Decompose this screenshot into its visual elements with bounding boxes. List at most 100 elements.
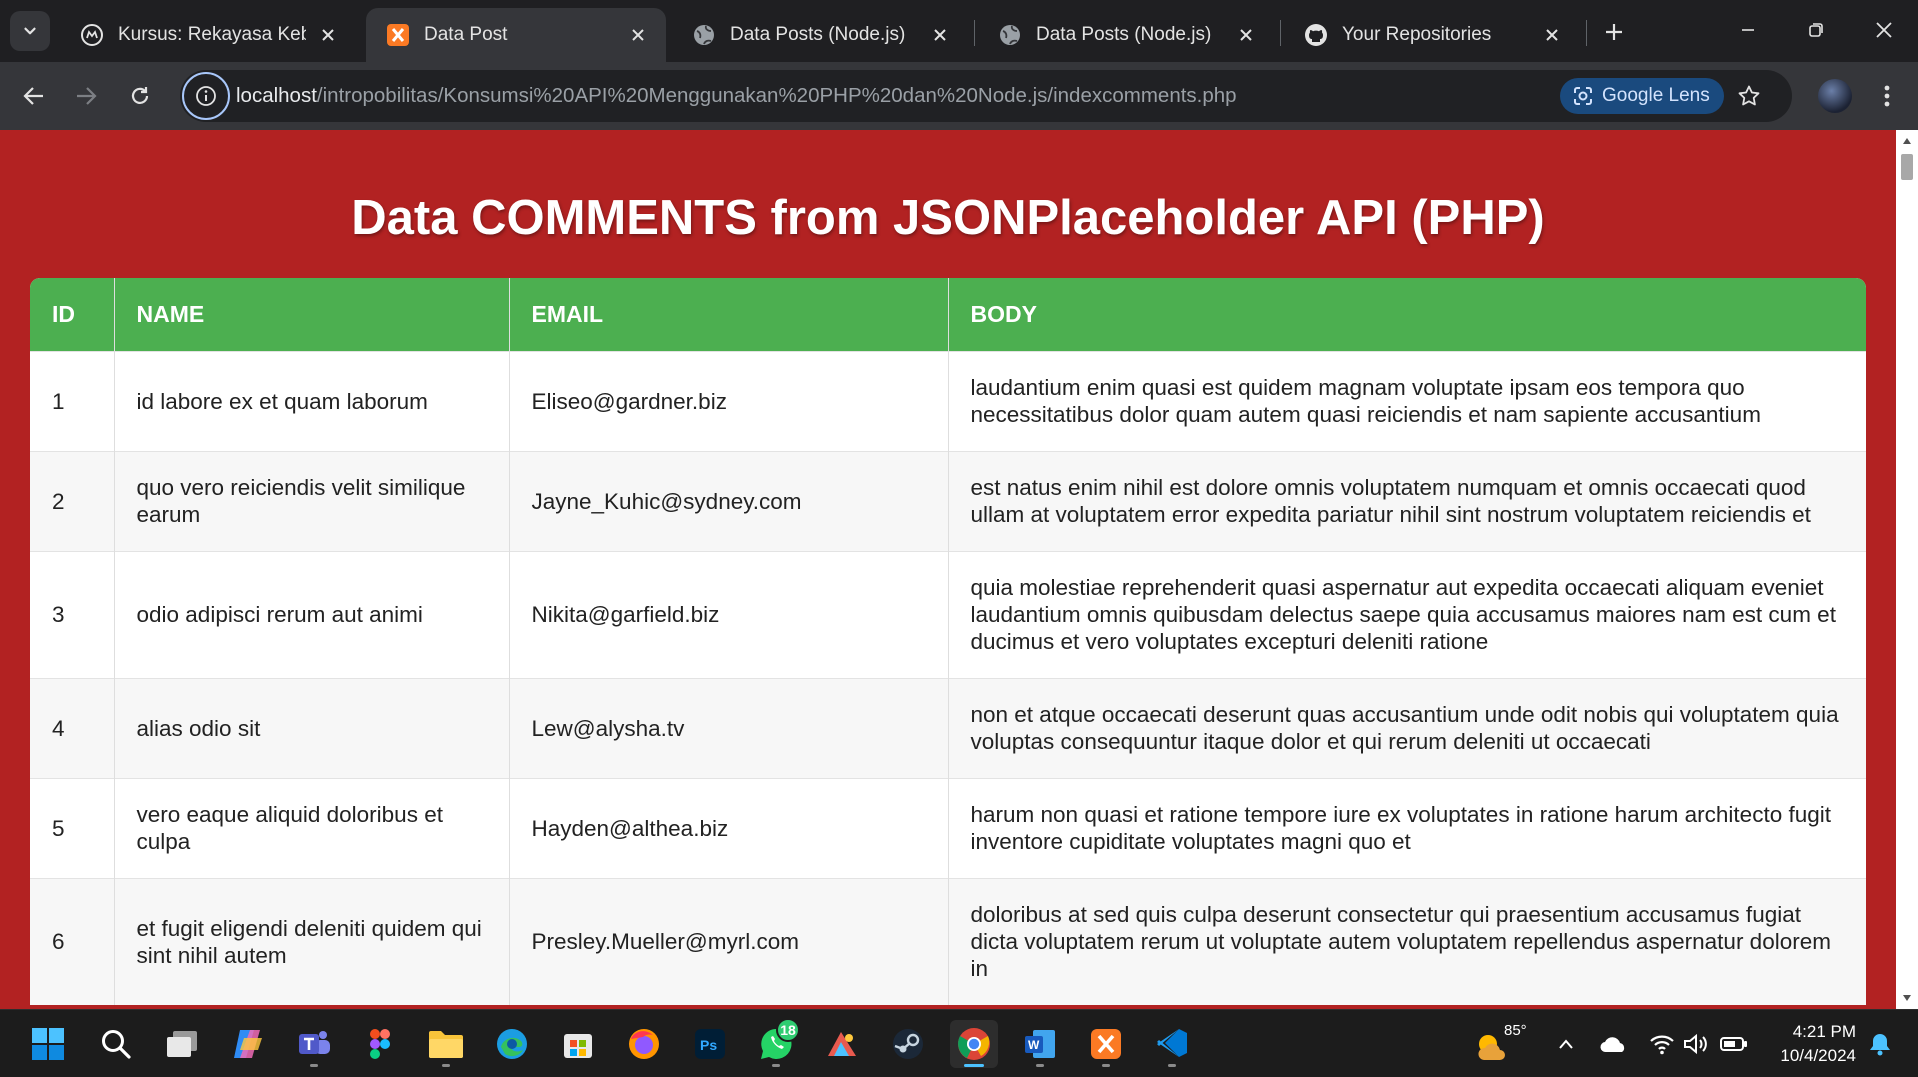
tab-divider (974, 20, 975, 46)
cell-id: 6 (30, 877, 114, 1005)
url-path: /intropobilitas/Konsumsi%20API%20Menggun… (316, 84, 1237, 107)
start-button[interactable] (24, 1020, 72, 1068)
teams-icon (299, 1031, 330, 1054)
whatsapp-app[interactable]: 18 (752, 1018, 800, 1068)
close-icon[interactable] (316, 23, 340, 47)
wifi-icon (1650, 1035, 1674, 1055)
figma-icon (370, 1029, 390, 1059)
globe-icon (998, 23, 1022, 47)
google-lens-button[interactable]: Google Lens (1560, 78, 1724, 114)
url-host: localhost (236, 84, 317, 107)
paint-app[interactable] (818, 1020, 866, 1068)
weather-widget[interactable]: 85° (1474, 1020, 1534, 1068)
task-view-icon (167, 1031, 197, 1057)
tab-divider (1280, 20, 1281, 46)
close-icon[interactable] (1540, 23, 1564, 47)
table-row: 2 quo vero reiciendis velit similique ea… (30, 450, 1866, 551)
close-icon[interactable] (1234, 23, 1258, 47)
cell-body: quia molestiae reprehenderit quasi asper… (947, 550, 1866, 678)
search-button[interactable] (92, 1020, 140, 1068)
new-tab-button[interactable] (1596, 14, 1632, 50)
google-lens-label: Google Lens (1602, 85, 1710, 106)
cell-email: Eliseo@gardner.biz (508, 350, 948, 451)
vscode-app[interactable] (1148, 1020, 1196, 1068)
tab-kursus[interactable]: Kursus: Rekayasa Kebutuhan (60, 8, 356, 62)
cell-body: doloribus at sed quis culpa deserunt con… (947, 877, 1866, 1005)
tab-title: Your Repositories (1342, 24, 1492, 45)
xampp-icon (386, 23, 410, 47)
steam-icon (893, 1029, 923, 1059)
reload-button[interactable] (120, 76, 160, 116)
close-window-button[interactable] (1856, 10, 1912, 50)
plus-icon (1606, 24, 1622, 40)
wifi-tray-button[interactable] (1646, 1028, 1678, 1060)
forward-button[interactable] (66, 76, 106, 116)
file-explorer-app[interactable] (422, 1020, 470, 1068)
tab-your-repositories[interactable]: Your Repositories (1284, 8, 1580, 62)
vscode-icon (1157, 1029, 1187, 1057)
table-row: 5 vero eaque aliquid doloribus et culpa … (30, 777, 1866, 878)
folder-icon (429, 1031, 463, 1058)
close-icon[interactable] (626, 23, 650, 47)
globe-icon (692, 23, 716, 47)
browser-toolbar: localhost/intropobilitas/Konsumsi%20API%… (0, 62, 1918, 130)
tab-data-post[interactable]: Data Post (366, 8, 666, 62)
speaker-icon (1684, 1033, 1707, 1055)
system-clock[interactable]: 4:21 PM 10/4/2024 (1760, 1020, 1856, 1068)
cell-email: Hayden@althea.biz (508, 777, 948, 878)
chevron-up-icon (1559, 1039, 1573, 1049)
store-icon (564, 1034, 592, 1058)
arrow-right-icon (77, 87, 97, 105)
xampp-app[interactable] (1082, 1020, 1130, 1068)
steam-app[interactable] (884, 1020, 932, 1068)
triangle-up-icon (1903, 138, 1911, 144)
show-hidden-icons-button[interactable] (1550, 1028, 1582, 1060)
copilot-button[interactable] (224, 1020, 272, 1068)
table-row: 3 odio adipisci rerum aut animi Nikita@g… (30, 550, 1866, 678)
url-text[interactable]: localhost/intropobilitas/Konsumsi%20API%… (236, 70, 1237, 122)
paint-icon (828, 1032, 856, 1056)
tab-data-posts-nodejs-1[interactable]: Data Posts (Node.js) (672, 8, 968, 62)
table-row: 6 et fugit eligendi deleniti quidem qui … (30, 877, 1866, 1005)
cell-body: non et atque occaecati deserunt quas acc… (947, 677, 1866, 778)
scroll-up-arrow[interactable] (1896, 130, 1918, 152)
edge-app[interactable] (488, 1020, 536, 1068)
chrome-app[interactable] (950, 1020, 998, 1068)
volume-tray-button[interactable] (1680, 1028, 1712, 1060)
copilot-icon (234, 1030, 262, 1058)
close-icon[interactable] (928, 23, 952, 47)
teams-app[interactable] (290, 1020, 338, 1068)
scroll-down-arrow[interactable] (1896, 987, 1918, 1009)
running-indicator (1168, 1064, 1176, 1067)
minimize-button[interactable] (1720, 10, 1776, 50)
cell-id: 4 (30, 677, 114, 778)
onedrive-tray-button[interactable] (1598, 1028, 1630, 1060)
tab-data-posts-nodejs-2[interactable]: Data Posts (Node.js) (978, 8, 1274, 62)
clock-time: 4:21 PM (1792, 1022, 1856, 1041)
address-bar[interactable]: localhost/intropobilitas/Konsumsi%20API%… (180, 70, 1792, 122)
page-scrollbar[interactable] (1896, 130, 1918, 1009)
scrollbar-thumb[interactable] (1901, 154, 1913, 180)
lens-icon (1572, 85, 1594, 107)
active-indicator (964, 1064, 984, 1067)
task-view-button[interactable] (158, 1020, 206, 1068)
figma-app[interactable] (356, 1020, 404, 1068)
restore-button[interactable] (1788, 10, 1844, 50)
cell-name: quo vero reiciendis velit similique earu… (113, 450, 509, 551)
profile-avatar[interactable] (1818, 79, 1852, 113)
windows-taskbar: Ps 18 W 85° 4:21 PM 10/4/2024 (0, 1009, 1918, 1077)
bookmark-button[interactable] (1734, 81, 1764, 111)
word-app[interactable]: W (1016, 1020, 1064, 1068)
site-info-button[interactable] (182, 72, 230, 120)
browser-menu-button[interactable] (1872, 78, 1902, 114)
back-button[interactable] (14, 76, 54, 116)
tab-search-button[interactable] (10, 11, 50, 51)
battery-tray-button[interactable] (1718, 1028, 1750, 1060)
bell-icon (1870, 1034, 1890, 1056)
photoshop-app[interactable]: Ps (686, 1020, 734, 1068)
microsoft-store-app[interactable] (554, 1020, 602, 1068)
firefox-app[interactable] (620, 1020, 668, 1068)
notifications-button[interactable] (1864, 1028, 1896, 1060)
header-body: BODY (947, 278, 1866, 351)
cell-id: 2 (30, 450, 114, 551)
